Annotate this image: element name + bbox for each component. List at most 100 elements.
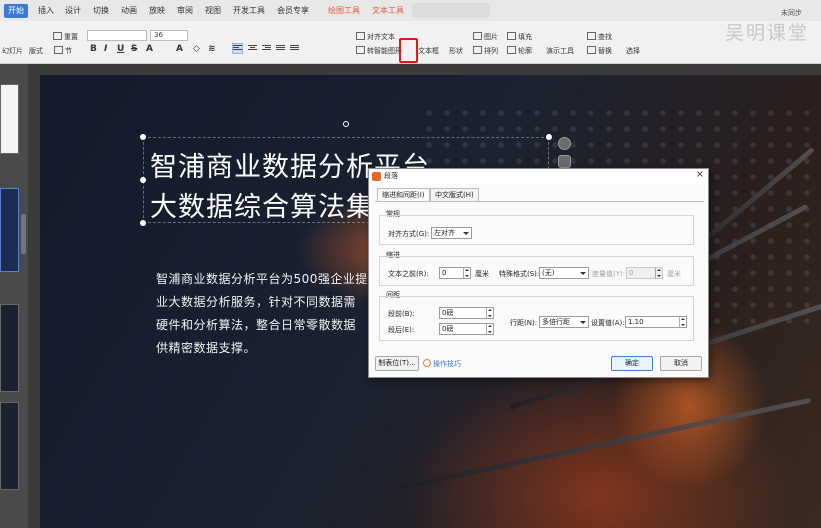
alignment-label: 对齐方式(G):	[388, 230, 430, 238]
dialog-title: 段落	[384, 172, 398, 180]
measure-input[interactable]: 0	[626, 267, 663, 279]
collapse-icon[interactable]	[558, 137, 571, 150]
smart-graphic-button[interactable]: 转智能图形	[356, 46, 402, 56]
find-button[interactable]: 查找	[587, 32, 612, 42]
resize-handle[interactable]	[140, 220, 146, 226]
space-before-value: 0磅	[442, 309, 454, 317]
thumbnail-scrollbar[interactable]	[21, 214, 26, 254]
font-color-button[interactable]: A	[146, 44, 153, 54]
tab-slideshow[interactable]: 放映	[149, 4, 165, 18]
strikethrough-button[interactable]: S	[131, 44, 137, 54]
cancel-button[interactable]: 取消	[660, 356, 702, 371]
font-size-select[interactable]: 36	[150, 30, 188, 41]
tab-insert[interactable]: 插入	[38, 4, 54, 18]
outline-label: 轮廓	[518, 47, 532, 55]
tab-indent-spacing[interactable]: 缩进和间距(I)	[377, 188, 430, 201]
sync-status[interactable]: 未同步	[781, 8, 802, 18]
tab-review[interactable]: 审阅	[177, 4, 193, 18]
replace-icon	[587, 46, 596, 54]
measure-value: 0	[629, 269, 634, 277]
tabs-button[interactable]: 制表位(T)...	[375, 356, 419, 371]
layout-button[interactable]: 版式	[29, 46, 43, 56]
outline-icon	[507, 46, 516, 54]
new-slide-button[interactable]: 幻灯片	[2, 46, 23, 56]
tab-transition[interactable]: 切换	[93, 4, 109, 18]
space-before-input[interactable]: 0磅	[439, 307, 494, 319]
distribute-button[interactable]	[290, 44, 299, 53]
char-spacing-icon[interactable]: ≋	[208, 44, 216, 54]
tab-view[interactable]: 视图	[205, 4, 221, 18]
tips-link[interactable]: 操作技巧	[433, 359, 461, 369]
align-center-button[interactable]	[248, 44, 257, 53]
align-left-button[interactable]	[232, 43, 243, 54]
align-right-button[interactable]	[262, 44, 271, 53]
resize-handle[interactable]	[140, 134, 146, 140]
slide-thumbnail-3[interactable]	[0, 304, 19, 392]
bold-button[interactable]: B	[90, 44, 97, 54]
special-format-select[interactable]: (无)	[539, 267, 589, 279]
picture-button[interactable]: 图片	[473, 32, 498, 42]
resize-handle[interactable]	[140, 177, 146, 183]
tab-design[interactable]: 设计	[65, 4, 81, 18]
spinner-icon[interactable]	[486, 324, 493, 334]
ok-button[interactable]: 确定	[611, 356, 653, 371]
alignment-select[interactable]: 左对齐	[431, 227, 472, 239]
italic-button[interactable]: I	[104, 44, 107, 54]
align-text-button[interactable]: 对齐文本	[356, 32, 395, 42]
font-family-select[interactable]	[87, 30, 147, 41]
search-box[interactable]	[412, 3, 490, 18]
slide-thumbnail-1[interactable]	[0, 84, 19, 154]
fill-button[interactable]: 填充	[507, 32, 532, 42]
space-after-input[interactable]: 0磅	[439, 323, 494, 335]
layers-icon[interactable]	[558, 155, 571, 168]
resize-handle[interactable]	[546, 134, 552, 140]
spinner-icon[interactable]	[463, 268, 470, 278]
special-format-value: (无)	[542, 269, 555, 277]
tab-home[interactable]: 开始	[4, 4, 28, 18]
spinner-icon[interactable]	[679, 317, 686, 327]
slide-body-line-4[interactable]: 供精密数据支撑。	[156, 339, 256, 356]
tab-animation[interactable]: 动画	[121, 4, 137, 18]
clear-format-icon[interactable]: ◇	[193, 44, 200, 54]
smart-graphic-label: 转智能图形	[367, 47, 402, 55]
tab-chinese-layout[interactable]: 中文版式(H)	[430, 188, 479, 201]
replace-button[interactable]: 替换	[587, 46, 612, 56]
shape-button[interactable]: 形状	[449, 46, 463, 56]
slide-body-line-2[interactable]: 业大数据分析服务，针对不同数据需	[156, 293, 356, 310]
setting-value: 1.10	[628, 318, 644, 326]
chevron-down-icon	[463, 232, 469, 235]
before-text-input[interactable]: 0	[439, 267, 471, 279]
line-spacing-select[interactable]: 多倍行距	[539, 316, 589, 328]
tab-drawing-tools[interactable]: 绘图工具	[328, 4, 360, 18]
slide-body-line-3[interactable]: 硬件和分析算法，整合日常零散数据	[156, 316, 356, 333]
line-spacing-value: 多倍行距	[542, 318, 570, 326]
reset-button[interactable]: 重置	[53, 32, 78, 42]
underline-button[interactable]: U	[117, 44, 124, 54]
section-button[interactable]: 节	[54, 46, 72, 56]
tab-member[interactable]: 会员专享	[277, 4, 309, 18]
spinner-icon[interactable]	[486, 308, 493, 318]
slide-body-line-1[interactable]: 智浦商业数据分析平台为500强企业提	[156, 270, 368, 287]
setting-input[interactable]: 1.10	[625, 316, 687, 328]
presentation-tools-button[interactable]: 演示工具	[546, 46, 574, 56]
ribbon: 开始 插入 设计 切换 动画 放映 审阅 视图 开发工具 会员专享 绘图工具 文…	[0, 0, 821, 64]
text-box-button[interactable]: 文本框	[418, 46, 439, 56]
spinner-icon[interactable]	[655, 268, 662, 278]
slide-thumbnail-4[interactable]	[0, 402, 19, 490]
tab-developer[interactable]: 开发工具	[233, 4, 265, 18]
select-button[interactable]: 选择	[626, 46, 640, 56]
tab-text-tools[interactable]: 文本工具	[372, 4, 404, 18]
before-text-unit[interactable]: 厘米	[475, 269, 489, 279]
dialog-titlebar[interactable]: 段落 ×	[369, 169, 708, 184]
arrange-button[interactable]: 排列	[473, 46, 498, 56]
space-before-label: 段前(B):	[388, 310, 415, 318]
alignment-value: 左对齐	[434, 229, 455, 237]
app-icon	[372, 172, 381, 181]
slide-title-line-2[interactable]: 大数据综合算法集	[150, 185, 374, 224]
slide-thumbnail-2[interactable]	[0, 188, 19, 272]
close-icon[interactable]: ×	[696, 169, 704, 180]
rotate-handle[interactable]	[343, 121, 349, 127]
outline-button[interactable]: 轮廓	[507, 46, 532, 56]
justify-button[interactable]	[276, 44, 285, 53]
increase-font-button[interactable]: A	[176, 44, 183, 54]
